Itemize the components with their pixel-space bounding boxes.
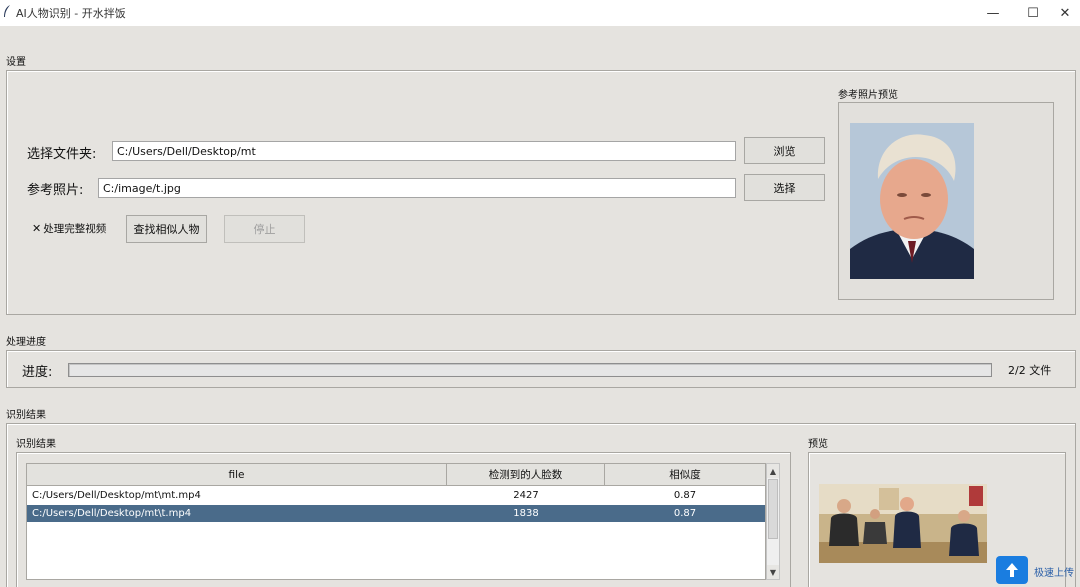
- browse-button[interactable]: 浏览: [744, 137, 825, 164]
- progress-group-label: 处理进度: [6, 337, 46, 348]
- row-similarity: 0.87: [673, 490, 697, 501]
- minimize-icon: —: [986, 5, 1000, 21]
- feather-app-icon: [4, 5, 10, 17]
- window-titlebar: AI人物识别 - 开水拌饭 — ☐ ✕: [0, 0, 1080, 26]
- progress-count: 2/2 文件: [1008, 364, 1052, 377]
- column-header-file[interactable]: file: [27, 464, 447, 486]
- result-preview-label: 预览: [808, 439, 828, 450]
- progress-label: 进度:: [22, 365, 53, 380]
- reference-photo: [850, 123, 974, 279]
- upload-text: 极速上传: [1034, 568, 1074, 579]
- table-row[interactable]: C:/Users/Dell/Desktop/mt\t.mp4 1838 0.87: [27, 505, 765, 522]
- progress-bar: [68, 363, 992, 377]
- full-video-checkbox[interactable]: ✕ 处理完整视频: [32, 221, 106, 236]
- photo-label: 参考照片:: [27, 183, 84, 198]
- full-video-checkbox-label: 处理完整视频: [43, 223, 107, 235]
- column-header-faces[interactable]: 检测到的人脸数: [447, 464, 605, 486]
- stop-button[interactable]: 停止: [224, 215, 305, 243]
- row-faces: 2427: [513, 490, 539, 501]
- window-title: AI人物识别 - 开水拌饭: [16, 7, 126, 20]
- result-preview-image: [819, 484, 987, 563]
- photo-path-input[interactable]: [98, 178, 736, 198]
- arrow-up-icon: [1006, 563, 1018, 577]
- scroll-up-icon[interactable]: ▲: [767, 464, 779, 478]
- results-list-label: 识别结果: [16, 439, 56, 450]
- row-faces: 1838: [513, 508, 539, 519]
- settings-group-label: 设置: [6, 57, 26, 68]
- upload-button[interactable]: [996, 556, 1028, 584]
- scroll-down-icon[interactable]: ▼: [767, 565, 779, 579]
- results-group-label: 识别结果: [6, 410, 46, 421]
- results-scrollbar[interactable]: ▲ ▼: [766, 463, 780, 580]
- row-file: C:/Users/Dell/Desktop/mt\mt.mp4: [32, 490, 201, 501]
- row-file: C:/Users/Dell/Desktop/mt\t.mp4: [32, 508, 192, 519]
- close-icon: ✕: [1059, 5, 1071, 21]
- scrollbar-thumb[interactable]: [768, 479, 778, 539]
- find-similar-button[interactable]: 查找相似人物: [126, 215, 207, 243]
- folder-path-input[interactable]: [112, 141, 736, 161]
- reference-preview-label: 参考照片预览: [838, 90, 898, 101]
- results-table: file 检测到的人脸数 相似度 C:/Users/Dell/Desktop/m…: [26, 463, 766, 580]
- folder-label: 选择文件夹:: [27, 147, 97, 162]
- maximize-icon: ☐: [1027, 5, 1039, 21]
- close-button[interactable]: ✕: [1050, 0, 1080, 26]
- column-header-similarity[interactable]: 相似度: [605, 464, 765, 486]
- row-similarity: 0.87: [673, 508, 697, 519]
- checkmark-icon: ✕: [32, 222, 42, 235]
- select-button[interactable]: 选择: [744, 174, 825, 201]
- progress-fill: [70, 365, 990, 375]
- table-row[interactable]: C:/Users/Dell/Desktop/mt\mt.mp4 2427 0.8…: [27, 487, 765, 504]
